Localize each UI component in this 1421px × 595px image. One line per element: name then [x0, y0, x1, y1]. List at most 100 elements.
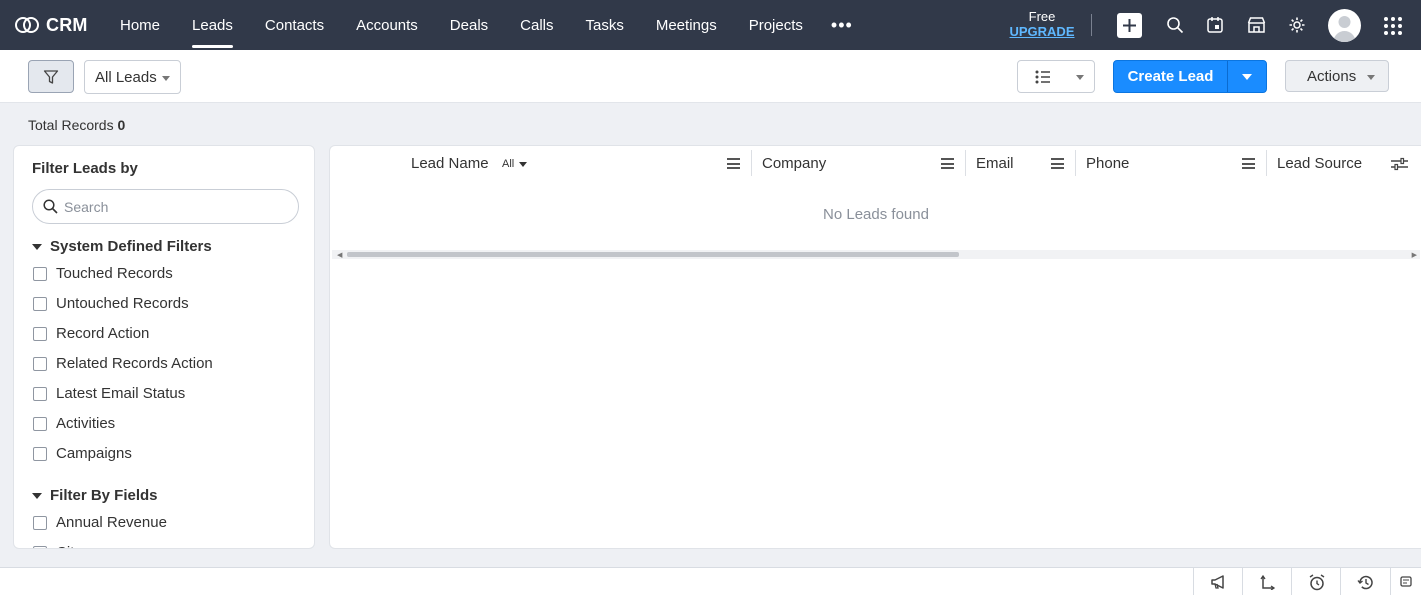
column-settings-icon[interactable] [1391, 157, 1408, 171]
column-menu-icon[interactable] [941, 158, 954, 169]
system-filters-header[interactable]: System Defined Filters [32, 238, 212, 255]
checkbox[interactable] [33, 326, 47, 341]
checkbox[interactable] [33, 266, 47, 281]
lead-name-filter-label: All [502, 158, 515, 170]
plan-upgrade: Free UPGRADE [1005, 9, 1079, 39]
search-icon [43, 199, 58, 214]
plan-label: Free [1028, 9, 1056, 24]
search-icon[interactable] [1163, 13, 1187, 37]
column-divider [965, 150, 966, 176]
user-avatar[interactable] [1328, 9, 1361, 42]
chevron-down-icon [162, 76, 170, 81]
filter-option-touched-records[interactable]: Touched Records [33, 265, 173, 282]
nav-tabs: Home Leads Contacts Accounts Deals Calls Tasks… [104, 0, 819, 50]
total-records-label: Total Records [28, 117, 114, 133]
filter-label: City [56, 544, 82, 548]
field-filters-title: Filter By Fields [50, 487, 158, 504]
filter-option-untouched-records[interactable]: Untouched Records [33, 295, 189, 312]
chevron-down-icon [1076, 75, 1084, 80]
column-divider [751, 150, 752, 176]
funnel-icon [43, 69, 59, 84]
field-filter-option-annual-revenue[interactable]: Annual Revenue [33, 514, 167, 531]
quick-create-button[interactable] [1117, 13, 1142, 38]
checkbox[interactable] [33, 356, 47, 371]
empty-state-message: No Leads found [823, 206, 929, 223]
actions-button[interactable]: Actions [1285, 60, 1389, 92]
checkbox[interactable] [33, 545, 47, 548]
filter-search-box[interactable] [32, 189, 299, 224]
signals-icon[interactable] [1242, 568, 1292, 595]
total-records: Total Records 0 [28, 117, 125, 133]
alarm-clock-icon[interactable] [1291, 568, 1341, 595]
column-header-email[interactable]: Email [976, 155, 1014, 173]
settings-gear-icon[interactable] [1285, 13, 1309, 37]
column-menu-icon[interactable] [1242, 158, 1255, 169]
scroll-right-arrow-icon[interactable]: ▶ [1412, 251, 1417, 259]
chat-icon[interactable] [1390, 568, 1421, 595]
checkbox[interactable] [33, 296, 47, 311]
filter-option-campaigns[interactable]: Campaigns [33, 445, 132, 462]
column-menu-icon[interactable] [1051, 158, 1064, 169]
checkbox[interactable] [33, 446, 47, 461]
list-toolbar: All Leads Create Lead Actions [0, 50, 1421, 103]
filter-option-related-records-action[interactable]: Related Records Action [33, 355, 213, 372]
chevron-down-icon [519, 161, 528, 167]
system-filters-title: System Defined Filters [50, 238, 212, 255]
nav-tab-home[interactable]: Home [104, 0, 176, 50]
filter-label: Record Action [56, 325, 150, 342]
create-lead-button[interactable]: Create Lead [1113, 60, 1267, 93]
nav-tab-deals[interactable]: Deals [434, 0, 504, 50]
filter-option-latest-email-status[interactable]: Latest Email Status [33, 385, 185, 402]
filter-panel: Filter Leads by System Defined Filters T… [13, 145, 315, 549]
nav-tab-projects[interactable]: Projects [733, 0, 819, 50]
top-navigation: CRM Home Leads Contacts Accounts Deals Calls T… [0, 0, 1421, 50]
nav-tab-leads[interactable]: Leads [176, 0, 249, 50]
horizontal-scrollbar[interactable]: ◀ ▶ [332, 250, 1420, 259]
nav-divider [1091, 14, 1092, 36]
filter-search-input[interactable] [64, 198, 274, 215]
checkbox[interactable] [33, 386, 47, 401]
checkbox[interactable] [33, 515, 47, 530]
more-tabs-icon[interactable]: ••• [819, 0, 865, 50]
scroll-left-arrow-icon[interactable]: ◀ [337, 251, 342, 259]
chevron-down-icon [1367, 75, 1375, 80]
checkbox[interactable] [33, 416, 47, 431]
list-view-icon [1035, 70, 1050, 84]
marketplace-icon[interactable] [1244, 13, 1268, 37]
create-lead-label[interactable]: Create Lead [1114, 61, 1228, 92]
calendar-icon[interactable] [1203, 13, 1227, 37]
nav-tab-tasks[interactable]: Tasks [570, 0, 640, 50]
nav-tab-calls[interactable]: Calls [504, 0, 569, 50]
apps-grid-icon[interactable] [1384, 17, 1402, 35]
caret-down-icon [32, 492, 42, 499]
filter-option-activities[interactable]: Activities [33, 415, 115, 432]
brand-name: CRM [46, 14, 88, 35]
brand-logo[interactable]: CRM [14, 15, 104, 36]
announcement-icon[interactable] [1193, 568, 1243, 595]
upgrade-link[interactable]: UPGRADE [1005, 24, 1079, 39]
field-filters-header[interactable]: Filter By Fields [32, 487, 158, 504]
column-menu-icon[interactable] [727, 158, 740, 169]
filter-label: Activities [56, 415, 116, 432]
actions-label: Actions [1307, 67, 1357, 85]
filter-toggle-button[interactable] [28, 60, 74, 93]
column-header-company[interactable]: Company [762, 155, 826, 173]
column-header-lead-source[interactable]: Lead Source [1277, 155, 1362, 173]
filter-option-record-action[interactable]: Record Action [33, 325, 149, 342]
nav-tab-meetings[interactable]: Meetings [640, 0, 733, 50]
scrollbar-thumb[interactable] [347, 252, 959, 257]
nav-tab-accounts[interactable]: Accounts [340, 0, 434, 50]
filter-panel-title: Filter Leads by [32, 160, 138, 177]
column-header-phone[interactable]: Phone [1086, 155, 1129, 173]
column-header-lead-name[interactable]: Lead Name [411, 155, 489, 173]
create-lead-dropdown[interactable] [1228, 61, 1266, 92]
field-filter-option-city[interactable]: City [33, 544, 82, 548]
filter-label: Related Records Action [56, 355, 213, 372]
lead-name-filter-dropdown[interactable]: All [502, 158, 528, 170]
custom-view-select[interactable]: All Leads [84, 60, 181, 94]
recent-history-icon[interactable] [1340, 568, 1390, 595]
nav-tab-contacts[interactable]: Contacts [249, 0, 340, 50]
filter-label: Annual Revenue [56, 514, 167, 531]
view-type-select[interactable] [1017, 60, 1095, 93]
chevron-down-icon [1242, 73, 1252, 80]
